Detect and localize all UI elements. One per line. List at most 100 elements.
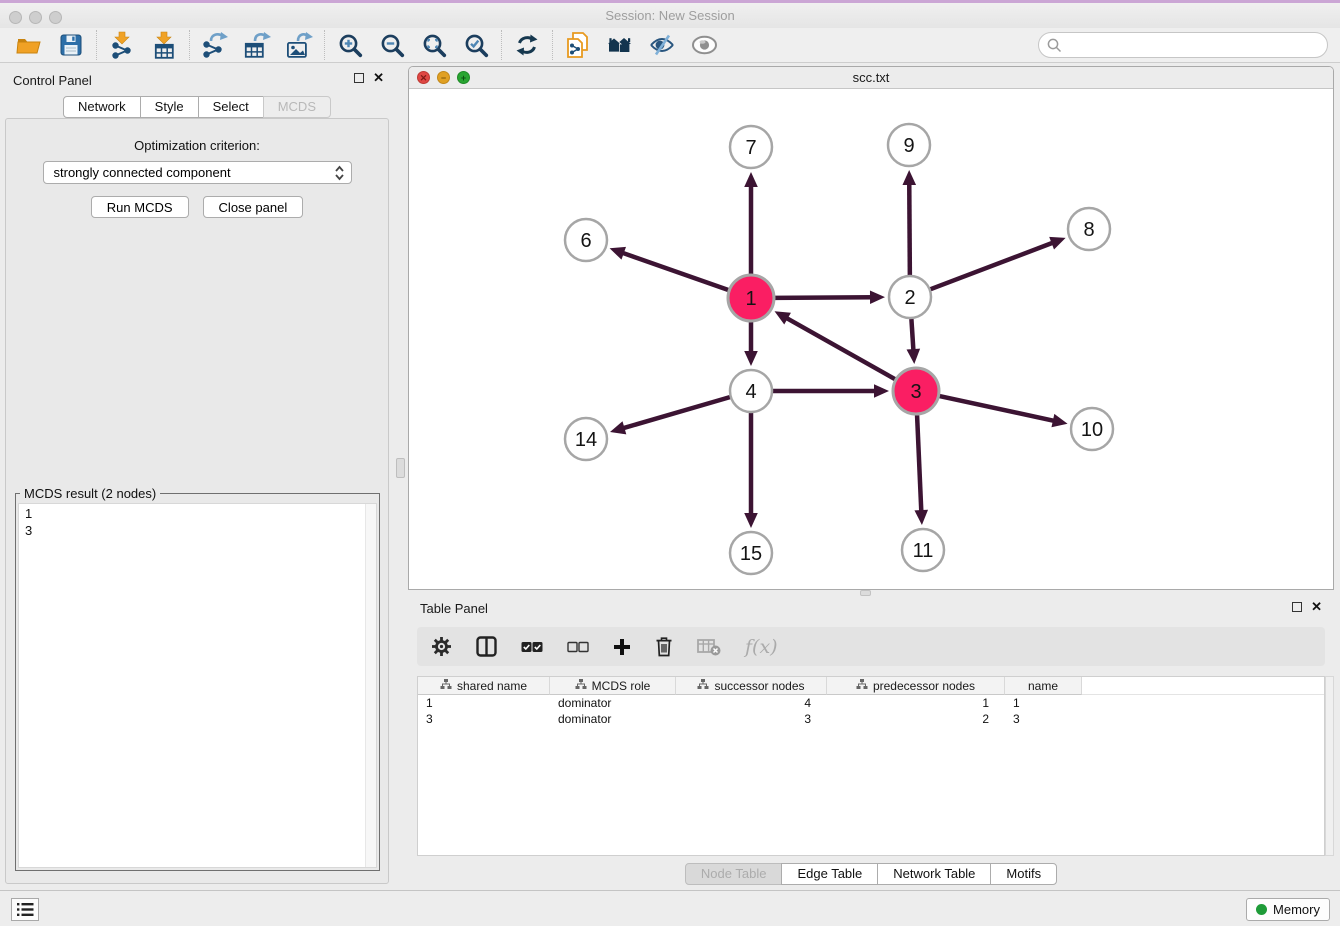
table-toolbar: f(x) xyxy=(417,627,1325,666)
table-cell[interactable]: 3 xyxy=(1005,711,1082,727)
add-row-icon[interactable] xyxy=(613,638,631,656)
graph-edge-2-8[interactable] xyxy=(931,242,1056,289)
search-input[interactable] xyxy=(1038,32,1328,58)
column-visibility-icon[interactable] xyxy=(476,636,497,657)
network-canvas[interactable]: 1 2 3 4 6 7 8 9 10 11 14 15 xyxy=(409,89,1333,589)
export-image-icon[interactable] xyxy=(278,29,320,61)
main-toolbar xyxy=(0,28,1340,63)
table-cell[interactable]: dominator xyxy=(550,695,676,711)
column-header-predecessor-nodes[interactable]: predecessor nodes xyxy=(827,677,1005,695)
table-scrollbar[interactable] xyxy=(1325,676,1334,856)
memory-button[interactable]: Memory xyxy=(1246,898,1330,921)
graph-node-label: 14 xyxy=(575,429,597,451)
float-panel-icon[interactable] xyxy=(354,73,364,83)
zoom-fit-icon[interactable] xyxy=(413,29,455,61)
graph-node-9[interactable]: 9 xyxy=(888,124,930,166)
table-cell[interactable]: 3 xyxy=(418,711,550,727)
export-network-icon[interactable] xyxy=(194,29,236,61)
table-row[interactable]: 3dominator323 xyxy=(418,711,1324,727)
save-session-icon[interactable] xyxy=(50,29,92,61)
close-panel-button[interactable]: Close panel xyxy=(203,196,304,218)
status-bar: Memory xyxy=(0,890,1340,926)
import-network-icon[interactable] xyxy=(101,29,143,61)
show-graphics-details-icon[interactable] xyxy=(683,29,725,61)
graph-edge-3-10[interactable] xyxy=(939,396,1056,421)
home-icon[interactable] xyxy=(599,29,641,61)
table-cell[interactable]: 4 xyxy=(676,695,827,711)
graph-node-11[interactable]: 11 xyxy=(902,529,944,571)
graph-edge-4-14[interactable] xyxy=(621,397,730,429)
tab-mcds[interactable]: MCDS xyxy=(263,96,331,118)
graph-node-4[interactable]: 4 xyxy=(730,370,772,412)
select-all-icon[interactable] xyxy=(521,641,543,653)
table-cell[interactable]: dominator xyxy=(550,711,676,727)
network-file-icon[interactable] xyxy=(557,29,599,61)
tab-node-table[interactable]: Node Table xyxy=(685,863,783,885)
horizontal-splitter-grip[interactable] xyxy=(860,590,871,596)
column-function-icon xyxy=(575,678,587,693)
table-cell[interactable]: 2 xyxy=(827,711,1005,727)
network-window-titlebar[interactable]: ✕ − + scc.txt xyxy=(409,67,1333,89)
graph-node-2[interactable]: 2 xyxy=(889,276,931,318)
vertical-splitter-grip[interactable] xyxy=(396,458,405,478)
criterion-select[interactable]: strongly connected component xyxy=(43,161,352,184)
graph-edge-2-3[interactable] xyxy=(911,319,913,353)
network-maximize-icon[interactable]: + xyxy=(457,71,470,84)
delete-row-icon[interactable] xyxy=(655,636,673,657)
graph-node-8[interactable]: 8 xyxy=(1068,208,1110,250)
table-cell[interactable]: 1 xyxy=(827,695,1005,711)
graph-node-1[interactable]: 1 xyxy=(728,275,774,321)
graph-node-3[interactable]: 3 xyxy=(893,368,939,414)
run-mcds-button[interactable]: Run MCDS xyxy=(91,196,189,218)
result-scrollbar[interactable] xyxy=(365,504,376,867)
open-session-icon[interactable] xyxy=(8,29,50,61)
close-panel-icon[interactable]: ✕ xyxy=(373,72,384,83)
export-table-icon[interactable] xyxy=(236,29,278,61)
mcds-result-area[interactable]: 1 3 xyxy=(18,503,377,868)
task-history-button[interactable] xyxy=(11,898,39,921)
graph-edge-1-6[interactable] xyxy=(620,252,728,290)
table-settings-gear-icon[interactable] xyxy=(431,636,452,657)
column-header-successor-nodes[interactable]: successor nodes xyxy=(676,677,827,695)
tab-motifs[interactable]: Motifs xyxy=(990,863,1057,885)
column-header-shared-name[interactable]: shared name xyxy=(418,677,550,695)
tab-select[interactable]: Select xyxy=(198,96,264,118)
graph-node-label: 10 xyxy=(1081,419,1103,441)
graph-node-15[interactable]: 15 xyxy=(730,532,772,574)
column-header-name[interactable]: name xyxy=(1005,677,1082,695)
zoom-in-icon[interactable] xyxy=(329,29,371,61)
close-table-panel-icon[interactable]: ✕ xyxy=(1311,601,1322,612)
column-header-mcds-role[interactable]: MCDS role xyxy=(550,677,676,695)
float-table-panel-icon[interactable] xyxy=(1292,602,1302,612)
zoom-selected-icon[interactable] xyxy=(455,29,497,61)
toolbar-separator xyxy=(324,30,325,60)
graph-node-14[interactable]: 14 xyxy=(565,418,607,460)
refresh-view-icon[interactable] xyxy=(506,29,548,61)
graph-edge-3-1[interactable] xyxy=(784,317,895,380)
network-minimize-icon[interactable]: − xyxy=(437,71,450,84)
graph-node-7[interactable]: 7 xyxy=(730,126,772,168)
graph-edge-3-11[interactable] xyxy=(917,415,921,514)
mcds-result-title: MCDS result (2 nodes) xyxy=(20,486,160,501)
graph-node-6[interactable]: 6 xyxy=(565,219,607,261)
graph-edge-arrowhead xyxy=(874,384,889,398)
tab-edge-table[interactable]: Edge Table xyxy=(781,863,878,885)
table-row[interactable]: 1dominator411 xyxy=(418,695,1324,711)
graph-edge-1-2[interactable] xyxy=(775,297,874,298)
tab-network[interactable]: Network xyxy=(63,96,141,118)
table-cell[interactable]: 1 xyxy=(1005,695,1082,711)
tab-style[interactable]: Style xyxy=(140,96,199,118)
network-close-icon[interactable]: ✕ xyxy=(417,71,430,84)
graph-edge-2-9[interactable] xyxy=(909,181,910,275)
table-cell[interactable]: 1 xyxy=(418,695,550,711)
column-function-icon xyxy=(856,678,868,693)
graph-node-10[interactable]: 10 xyxy=(1071,408,1113,450)
import-table-icon[interactable] xyxy=(143,29,185,61)
hide-graphics-details-icon[interactable] xyxy=(641,29,683,61)
table-cell[interactable]: 3 xyxy=(676,711,827,727)
column-header-label: MCDS role xyxy=(592,679,651,693)
clear-selection-icon[interactable] xyxy=(567,641,589,653)
zoom-out-icon[interactable] xyxy=(371,29,413,61)
tab-network-table[interactable]: Network Table xyxy=(877,863,991,885)
select-stepper-icon xyxy=(334,164,345,188)
